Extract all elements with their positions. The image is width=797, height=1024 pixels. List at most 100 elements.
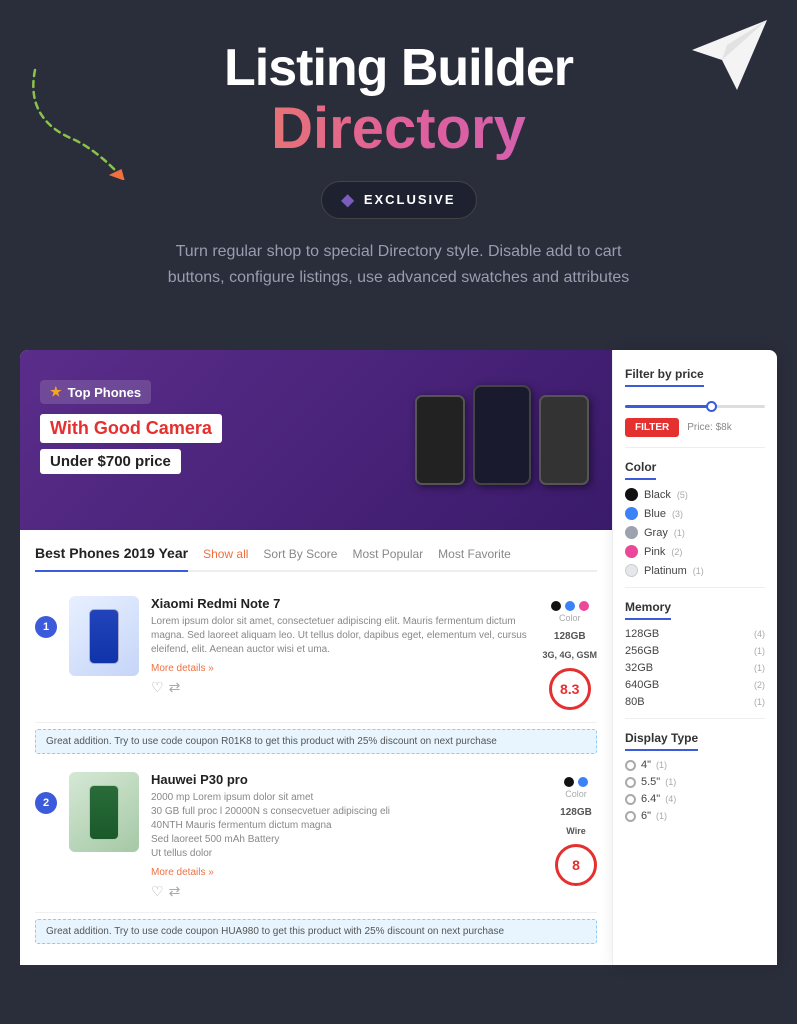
color-swatch-pink — [625, 545, 638, 558]
score-circle-2: 8 — [555, 844, 597, 886]
memory-label-128: 128GB — [625, 628, 659, 640]
compare-icon-1[interactable]: ⇄ — [169, 679, 181, 696]
color-name-black: Black — [644, 489, 671, 501]
banner-headline: With Good Camera — [40, 414, 222, 443]
storage-value-1: 128GB — [554, 631, 586, 642]
banner-subtitle: Under $700 price — [40, 449, 181, 474]
product-number-1: 1 — [35, 616, 57, 638]
display-label-55: 5.5" — [641, 776, 660, 788]
phone-silhouette-2 — [473, 385, 531, 485]
color-option-platinum[interactable]: Platinum (1) — [625, 564, 765, 577]
badge-label: EXCLUSIVE — [364, 192, 456, 207]
wishlist-icon-2[interactable]: ♡ — [151, 883, 164, 900]
compare-icon-2[interactable]: ⇄ — [169, 883, 181, 900]
network-value-2: Wire — [566, 826, 585, 836]
memory-640gb[interactable]: 640GB (2) — [625, 679, 765, 691]
color-label-2: Color — [564, 789, 588, 799]
display-4inch[interactable]: 4" (1) — [625, 759, 765, 771]
color-count-platinum: (1) — [693, 566, 704, 576]
display-64inch[interactable]: 6.4" (4) — [625, 793, 765, 805]
filter-row: FILTER Price: $8k — [625, 418, 765, 437]
tab-most-popular[interactable]: Most Popular — [352, 547, 423, 561]
filter-price-title: Filter by price — [625, 367, 704, 387]
more-details-1[interactable]: More details » — [151, 663, 530, 674]
price-slider[interactable] — [625, 405, 765, 408]
product-name-1: Xiaomi Redmi Note 7 — [151, 596, 530, 611]
hero-title-top: Listing Builder Directory — [60, 40, 737, 161]
color-swatch-black — [625, 488, 638, 501]
phone-images — [402, 360, 602, 520]
color-name-gray: Gray — [644, 527, 668, 539]
display-6inch[interactable]: 6" (1) — [625, 810, 765, 822]
display-55inch[interactable]: 5.5" (1) — [625, 776, 765, 788]
memory-128gb[interactable]: 128GB (4) — [625, 628, 765, 640]
radio-55inch[interactable] — [625, 777, 636, 788]
color-option-gray[interactable]: Gray (1) — [625, 526, 765, 539]
promo-bar-2: Great addition. Try to use code coupon H… — [35, 919, 597, 944]
color-swatch-platinum — [625, 564, 638, 577]
color-dot-black-2 — [564, 777, 574, 787]
tab-show-all[interactable]: Show all — [203, 547, 248, 561]
tab-sort-by-score[interactable]: Sort By Score — [263, 547, 337, 561]
banner-tag: ★ Top Phones — [40, 380, 151, 404]
memory-section-title: Memory — [625, 600, 671, 620]
slider-fill — [625, 405, 709, 408]
divider-2 — [625, 587, 765, 588]
color-option-blue[interactable]: Blue (3) — [625, 507, 765, 520]
memory-label-256: 256GB — [625, 645, 659, 657]
display-label-64: 6.4" — [641, 793, 660, 805]
listing-title: Best Phones 2019 Year — [35, 545, 188, 572]
color-count-black: (5) — [677, 490, 688, 500]
product-number-2: 2 — [35, 792, 57, 814]
filter-button[interactable]: FILTER — [625, 418, 679, 437]
product-item-2: 2 Hauwei P30 pro 2000 mp Lorem ipsum dol… — [35, 760, 597, 913]
price-display: Price: $8k — [687, 422, 731, 433]
radio-4inch[interactable] — [625, 760, 636, 771]
hero-description: Turn regular shop to special Directory s… — [159, 239, 639, 290]
product-actions-2: ♡ ⇄ — [151, 883, 543, 900]
product-name-2: Hauwei P30 pro — [151, 772, 543, 787]
memory-label-640: 640GB — [625, 679, 659, 691]
divider-3 — [625, 718, 765, 719]
display-count-64: (4) — [665, 794, 676, 804]
color-option-black[interactable]: Black (5) — [625, 488, 765, 501]
slider-thumb[interactable] — [706, 401, 717, 412]
color-dot-blue-2 — [578, 777, 588, 787]
product-listing: Best Phones 2019 Year Show all Sort By S… — [20, 530, 612, 965]
color-option-pink[interactable]: Pink (2) — [625, 545, 765, 558]
color-name-platinum: Platinum — [644, 565, 687, 577]
display-count-6: (1) — [656, 811, 667, 821]
color-count-gray: (1) — [674, 528, 685, 538]
exclusive-badge: ◆ EXCLUSIVE — [321, 181, 477, 219]
product-desc-1: Lorem ipsum dolor sit amet, consectetuer… — [151, 615, 530, 657]
display-count-4: (1) — [656, 760, 667, 770]
color-swatch-gray — [625, 526, 638, 539]
main-content: ★ Top Phones With Good Camera Under $700… — [20, 350, 777, 965]
memory-32gb[interactable]: 32GB (1) — [625, 662, 765, 674]
color-swatch-blue — [625, 507, 638, 520]
radio-6inch[interactable] — [625, 811, 636, 822]
banner-tag-text: Top Phones — [68, 385, 141, 400]
display-count-55: (1) — [665, 777, 676, 787]
score-circle-1: 8.3 — [549, 668, 591, 710]
phone-silhouette-1 — [415, 395, 465, 485]
memory-count-32: (1) — [754, 663, 765, 673]
memory-80b[interactable]: 80B (1) — [625, 696, 765, 708]
memory-256gb[interactable]: 256GB (1) — [625, 645, 765, 657]
color-label-1: Color — [551, 613, 589, 623]
purple-banner: ★ Top Phones With Good Camera Under $700… — [20, 350, 612, 530]
memory-label-80: 80B — [625, 696, 645, 708]
color-name-blue: Blue — [644, 508, 666, 520]
color-dot-black-1 — [551, 601, 561, 611]
color-options: Black (5) Blue (3) Gray (1) Pink (2) Pla… — [625, 488, 765, 577]
preview-panel: ★ Top Phones With Good Camera Under $700… — [20, 350, 612, 965]
storage-value-2: 128GB — [560, 807, 592, 818]
wishlist-icon-1[interactable]: ♡ — [151, 679, 164, 696]
storage-attr-1: 128GB — [554, 631, 586, 642]
tab-most-favorite[interactable]: Most Favorite — [438, 547, 511, 561]
more-details-2[interactable]: More details » — [151, 867, 543, 878]
product-desc-2: 2000 mp Lorem ipsum dolor sit amet 30 GB… — [151, 791, 543, 861]
radio-64inch[interactable] — [625, 794, 636, 805]
color-count-blue: (3) — [672, 509, 683, 519]
memory-count-128: (4) — [754, 629, 765, 639]
